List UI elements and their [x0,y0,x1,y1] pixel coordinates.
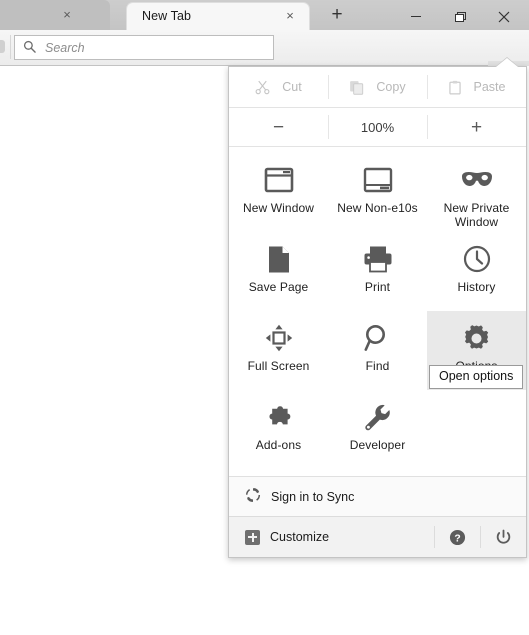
clock-icon [463,242,491,276]
menu-grid-row: Add-ons Developer [229,390,526,469]
sync-label: Sign in to Sync [271,489,355,504]
menu-item-new-window[interactable]: New Window [229,153,328,232]
copy-icon [350,80,364,95]
menu-item-label: New Private Window [443,201,510,229]
tab-new-tab[interactable]: New Tab × [126,2,310,30]
new-non-e10s-window-icon [363,163,393,197]
menu-grid-row: Save Page Print History [229,232,526,311]
tab-bar: × New Tab × + [0,0,529,30]
minimize-icon [411,16,421,17]
menu-item-developer[interactable]: Developer [328,390,427,469]
zoom-in-label: + [470,116,483,138]
fullscreen-icon [265,321,293,355]
help-circle-icon: ? [449,529,465,545]
navigation-toolbar: Search [0,30,529,96]
power-icon [496,529,510,544]
mask-icon [460,163,494,197]
tab-title: New Tab [142,9,192,23]
tab-previous-close-icon[interactable]: × [60,8,74,22]
menu-item-label: New Non-e10s [337,201,418,215]
sign-in-to-sync-button[interactable]: Sign in to Sync [229,476,526,516]
tooltip: Open options [429,365,524,389]
puzzle-piece-icon [264,400,294,434]
page-icon [267,242,291,276]
copy-label: Copy [376,80,406,94]
paste-label: Paste [473,80,506,94]
menu-item-label: Add-ons [255,438,302,452]
menu-item-label: New Window [242,201,315,215]
toolbar-overflow-stub[interactable] [0,35,11,59]
menu-item-print[interactable]: Print [328,232,427,311]
menu-item-label: History [457,280,496,294]
new-window-icon [264,163,294,197]
window-close-button[interactable] [482,0,526,30]
cut-label: Cut [282,80,302,94]
help-button[interactable]: ? [434,517,480,557]
zoom-out-button[interactable]: − [229,108,328,146]
footer-bar: Customize ? [229,516,526,557]
quit-button[interactable] [480,517,526,557]
menu-item-label: Print [364,280,391,294]
zoom-out-label: − [272,116,285,138]
menu-item-label: Developer [349,438,406,452]
svg-text:?: ? [454,533,460,544]
edit-controls-row: Cut Copy Paste [229,67,526,108]
zoom-level-button[interactable]: 100% [328,108,427,146]
menu-item-new-private-window[interactable]: New Private Window [427,153,526,232]
menu-grid-empty-cell [427,390,526,469]
menu-item-label: Full Screen [247,359,310,373]
search-placeholder-text: Search [45,41,85,55]
tab-previous[interactable]: × [0,0,110,30]
firefox-main-menu-panel: Cut Copy Paste − 100% + New Window New N… [228,66,527,558]
menu-footer: Sign in to Sync Customize ? [229,476,526,557]
plus-square-icon [245,529,260,545]
zoom-level-label: 100% [360,119,395,135]
menu-item-label: Find [365,359,390,373]
restore-icon [454,12,466,22]
close-icon [498,11,510,23]
paste-button[interactable]: Paste [427,67,526,107]
clipboard-icon [448,80,461,94]
sync-icon [245,487,261,506]
menu-item-full-screen[interactable]: Full Screen [229,311,328,390]
menu-item-save-page[interactable]: Save Page [229,232,328,311]
printer-icon [363,242,393,276]
gear-icon [462,321,491,355]
search-input[interactable]: Search [14,35,274,60]
new-tab-button[interactable]: + [327,5,347,25]
panel-arrow [496,58,518,67]
magnifier-icon [364,321,391,355]
menu-item-new-non-e10s[interactable]: New Non-e10s [328,153,427,232]
menu-item-add-ons[interactable]: Add-ons [229,390,328,469]
toolbar-stub-icon [0,40,5,53]
customize-button[interactable]: Customize [229,529,330,545]
menu-item-history[interactable]: History [427,232,526,311]
menu-item-grid: New Window New Non-e10s New Private Wind… [229,147,526,471]
search-icon [23,40,36,58]
zoom-controls-row: − 100% + [229,108,526,147]
menu-item-find[interactable]: Find [328,311,427,390]
menu-item-label: Save Page [248,280,309,294]
menu-grid-row: New Window New Non-e10s New Private Wind… [229,153,526,232]
scissors-icon [255,80,270,94]
copy-button[interactable]: Copy [328,67,427,107]
tab-close-icon[interactable]: × [283,9,297,23]
window-minimize-button[interactable] [394,0,438,30]
window-restore-button[interactable] [438,0,482,30]
zoom-in-button[interactable]: + [427,108,526,146]
wrench-icon [363,400,392,434]
cut-button[interactable]: Cut [229,67,328,107]
customize-label: Customize [270,530,330,544]
